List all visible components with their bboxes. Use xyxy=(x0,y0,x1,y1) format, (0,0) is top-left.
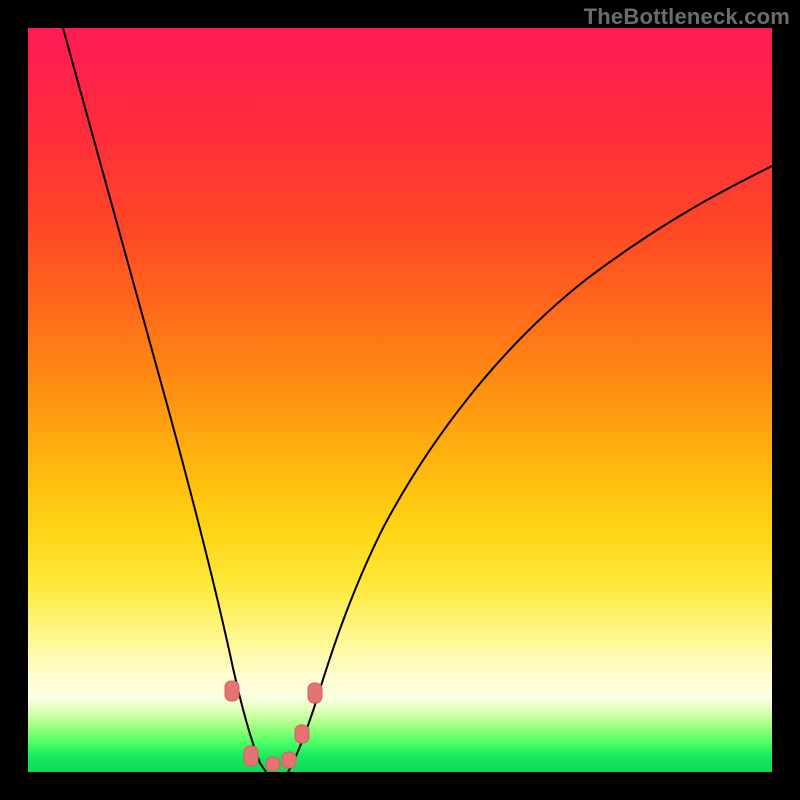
plot-area xyxy=(28,28,772,772)
marker-3 xyxy=(266,757,280,771)
watermark-text: TheBottleneck.com xyxy=(584,4,790,30)
marker-2 xyxy=(244,746,258,766)
marker-5 xyxy=(295,725,309,743)
chart-frame: TheBottleneck.com xyxy=(0,0,800,800)
curves-svg xyxy=(28,28,772,772)
marker-6 xyxy=(308,683,322,703)
left-curve xyxy=(63,28,266,772)
right-curve xyxy=(288,166,772,772)
marker-4 xyxy=(282,752,296,768)
marker-1 xyxy=(225,681,239,701)
